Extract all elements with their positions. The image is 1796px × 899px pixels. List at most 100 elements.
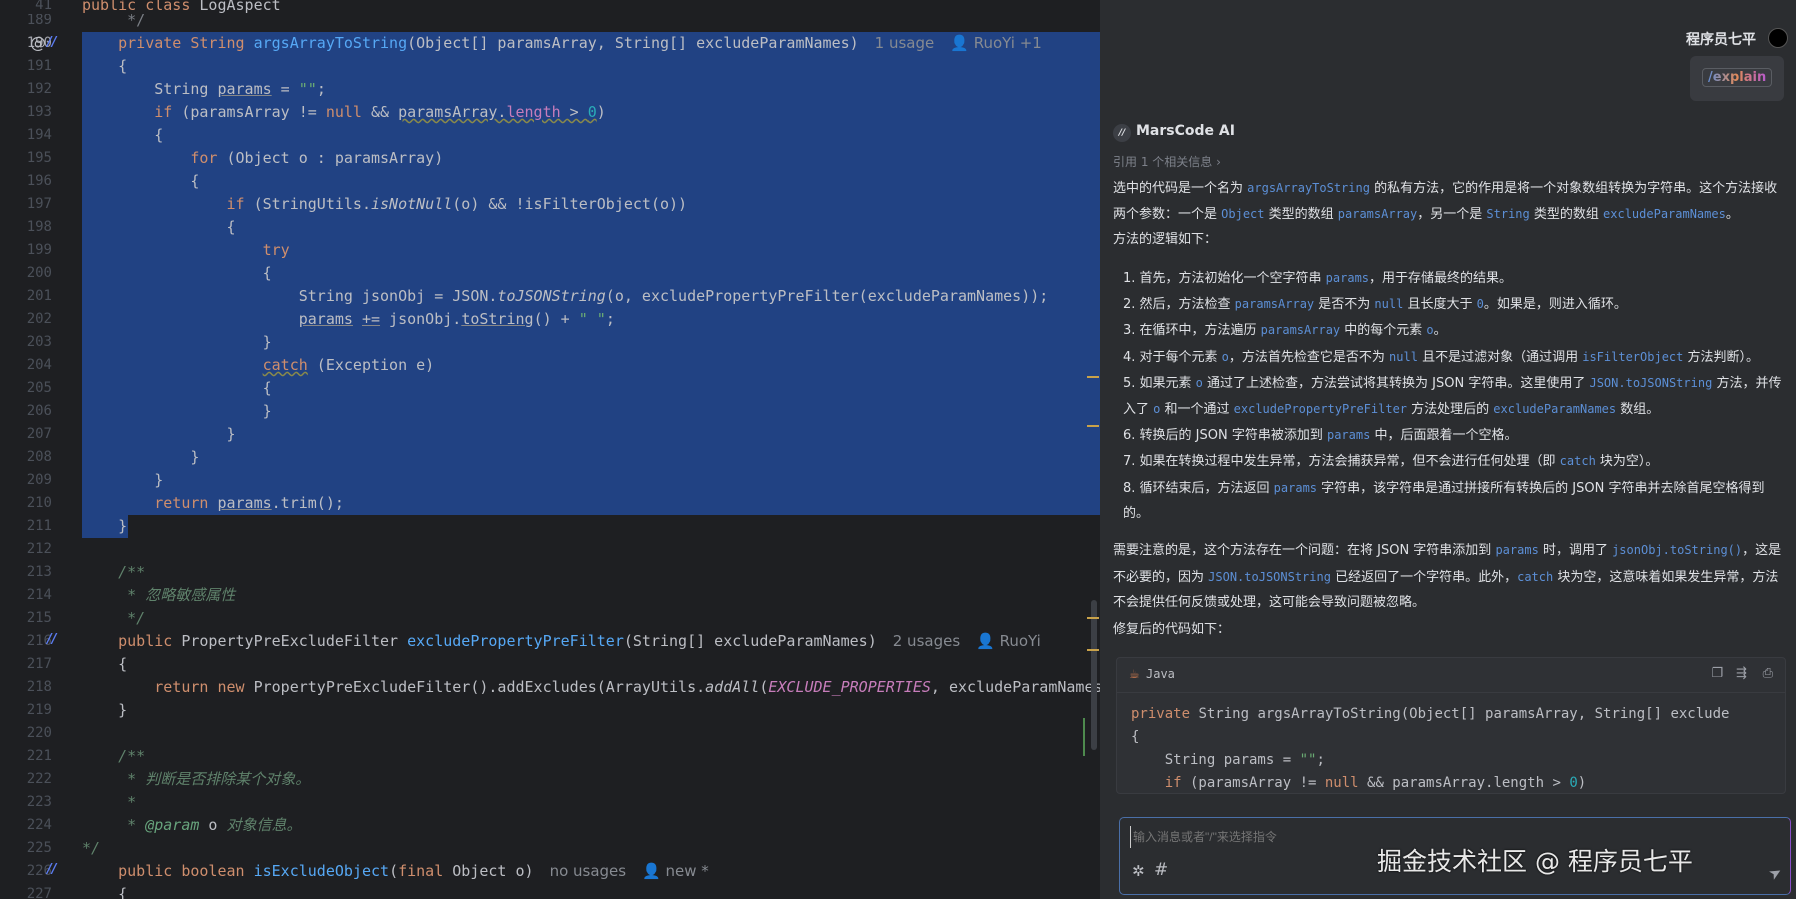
code-token: EXCLUDE_PROPERTIES [768,678,931,696]
code-line[interactable]: } [82,446,199,469]
code-line[interactable]: { [82,216,235,239]
answer-text-segment: 不必要的，因为 [1113,569,1209,585]
marscode-icon[interactable]: // [47,632,57,647]
code-line[interactable]: /** [82,745,145,768]
code-token: } [82,402,272,420]
line-number: 203 [26,334,52,350]
code-line[interactable]: return params.trim(); [82,492,344,515]
answer-text-segment: 数组。 [1616,402,1660,417]
code-line[interactable]: } [82,469,163,492]
code-token: , excludeParamNames)); [930,678,1100,696]
copy-icon[interactable]: ❐ [1711,666,1723,681]
code-line[interactable]: if (StringUtils.isNotNull(o) && !isFilte… [82,193,688,216]
line-number: 205 [26,380,52,396]
code-line[interactable]: { [82,883,127,899]
code-line[interactable]: private String argsArrayToString(Object[… [82,32,1042,55]
code-token: (String[] excludeParamNames) [623,632,877,650]
code-token: } [82,448,200,466]
code-line[interactable]: } [82,699,127,722]
line-number: 197 [26,196,52,212]
code-line[interactable]: public PropertyPreExcludeFilter excludeP… [82,630,1041,653]
code-token: { [82,57,128,75]
code-line[interactable]: } [82,423,235,446]
code-line[interactable]: * [82,791,136,814]
marscode-icon[interactable]: // [47,862,57,877]
code-line[interactable]: { [82,262,272,285]
code-line[interactable]: try [82,239,290,262]
code-line[interactable]: */ [82,837,100,860]
code-token: () + [533,310,579,328]
code-line[interactable]: { [82,124,163,147]
code-line[interactable]: */ [82,607,145,630]
code-line[interactable]: String params = ""; [82,78,326,101]
answer-text-segment: o [1221,349,1229,364]
code-token: catch [262,356,308,374]
change-marker [1083,718,1085,756]
answer-text-segment: 块为空，这意味着如果发生异常，方法 [1553,569,1779,585]
code-token: /** [82,747,146,765]
code-line[interactable]: } [82,331,272,354]
code-token: { [82,885,128,899]
code-line[interactable]: { [82,377,272,400]
code-line[interactable]: } [82,515,127,538]
reference-link[interactable]: 引用 1 个相关信息 › [1113,153,1221,170]
line-number: 204 [26,357,52,373]
code-token: ( [389,862,399,880]
new-file-icon[interactable]: ⎙ [1763,666,1773,681]
code-line[interactable]: { [82,653,127,676]
code-line[interactable]: catch (Exception e) [82,354,435,377]
author-hint[interactable]: 👤 RuoYi [976,632,1041,650]
marscode-icon[interactable]: // [47,35,57,50]
send-icon[interactable]: ➤ [1766,862,1786,884]
code-editor[interactable]: 189 */190 private String argsArrayToStri… [0,0,1100,899]
usages-hint[interactable]: 2 usages [893,632,960,650]
code-line[interactable]: return new PropertyPreExcludeFilter().ad… [82,676,1100,699]
insert-diff-icon[interactable]: ⇶ [1736,666,1747,681]
editor-scrollbar[interactable] [1091,600,1097,750]
sparkle-icon[interactable]: ✲ [1132,862,1145,880]
line-number: 224 [26,817,52,833]
code-token: isNotNull [371,195,453,213]
code-token: } [82,701,128,719]
code-line[interactable]: /** [82,561,145,584]
code-token: PropertyPreExcludeFilter().addExcludes(A… [253,678,706,696]
gutter-annotation-icon[interactable]: @ [30,33,46,52]
code-token: { [82,655,128,673]
code-line[interactable]: } [82,400,272,423]
code-line[interactable]: if (paramsArray != null && paramsArray.l… [82,101,606,124]
code-line[interactable]: * 判断是否排除某个对象。 [82,768,310,791]
usages-hint[interactable]: 1 usage [875,34,935,52]
list-item: 6. 转换后的 JSON 字符串被添加到 params 中，后面跟着一个空格。 [1123,422,1796,449]
error-stripe-mark [1087,649,1099,651]
code-token: (Exception e) [307,356,435,374]
code-token: if [226,195,245,213]
answer-text-segment: params [1273,480,1318,495]
line-number: 217 [26,656,52,672]
code-line[interactable]: { [82,55,127,78]
list-item: 5. 如果元素 o 通过了上述检查，方法尝试将其转换为 JSON 字符串。这里使… [1123,370,1796,397]
answer-text-segment: 的私有方法，它的作用是将一个对象数组转换为字符串。这个方法接收 [1369,181,1778,196]
code-token: return new [154,678,254,696]
code-token: (paramsArray != [1181,775,1325,791]
author-hint[interactable]: 👤 new * [642,862,709,880]
code-token: */ [82,609,146,627]
code-token: * [82,816,146,834]
code-line[interactable]: public boolean isExcludeObject(final Obj… [82,860,709,883]
assistant-name: MarsCode AI [1136,123,1235,139]
code-line[interactable]: { [82,170,199,193]
usages-hint[interactable]: no usages [550,862,627,880]
hash-icon[interactable]: # [1154,860,1168,880]
code-token: ; [316,80,326,98]
code-line[interactable]: params += jsonObj.toString() + " "; [82,308,615,331]
author-hint[interactable]: 👤 RuoYi +1 [950,34,1042,52]
code-line[interactable]: for (Object o : paramsArray) [82,147,443,170]
code-token: ; [1316,752,1325,768]
code-line[interactable]: * @param o 对象信息。 [82,814,301,837]
sticky-class-header[interactable]: 41 public class LogAspect [0,0,1100,14]
code-line[interactable]: * 忽略敏感属性 [82,584,235,607]
answer-text: 两个参数：一个是 Object 类型的数组 paramsArray，另一个是 S… [1113,201,1789,228]
code-line[interactable]: String jsonObj = JSON.toJSONString(o, ex… [82,285,1049,308]
